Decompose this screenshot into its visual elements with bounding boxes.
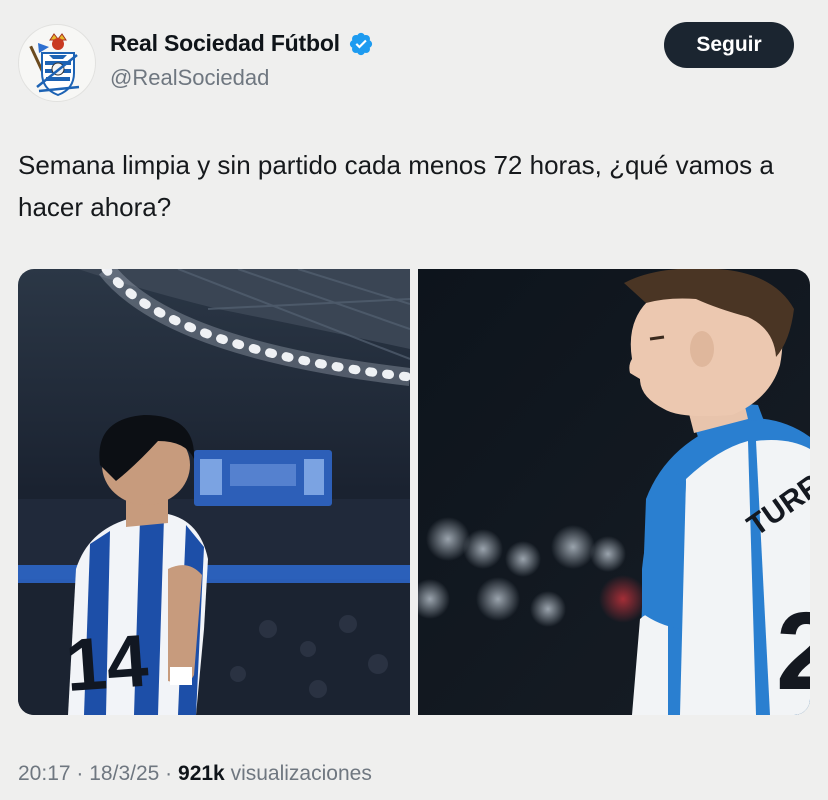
views-count: 921k xyxy=(178,762,225,785)
views-label: visualizaciones xyxy=(230,762,372,785)
tweet-image-2-graphic: TURRI 2 xyxy=(418,269,810,715)
verified-badge-icon xyxy=(349,32,372,55)
account-handle[interactable]: @RealSociedad xyxy=(110,65,374,91)
tweet-date[interactable]: 18/3/25 xyxy=(89,762,159,785)
name-row: Real Sociedad Fútbol xyxy=(110,30,374,57)
tweet-image-2[interactable]: TURRI 2 xyxy=(418,269,810,715)
svg-text:14: 14 xyxy=(63,619,151,708)
account-avatar[interactable] xyxy=(18,24,96,102)
meta-separator: · xyxy=(76,762,84,785)
tweet-time[interactable]: 20:17 xyxy=(18,762,71,785)
tweet-image-1[interactable]: 14 xyxy=(18,269,410,715)
account-name[interactable]: Real Sociedad Fútbol xyxy=(110,30,340,57)
follow-button[interactable]: Seguir xyxy=(664,22,794,68)
tweet-image-1-graphic: 14 xyxy=(18,269,410,715)
tweet-meta: 20:17 · 18/3/25 · 921k visualizaciones xyxy=(18,762,372,786)
author-block[interactable]: Real Sociedad Fútbol @RealSociedad xyxy=(110,30,374,91)
svg-text:2: 2 xyxy=(776,590,810,713)
meta-separator: · xyxy=(165,762,173,785)
player-profile: TURRI 2 xyxy=(624,269,810,715)
real-sociedad-crest-icon xyxy=(29,33,80,97)
tweet-text: Semana limpia y sin partido cada menos 7… xyxy=(18,150,774,222)
